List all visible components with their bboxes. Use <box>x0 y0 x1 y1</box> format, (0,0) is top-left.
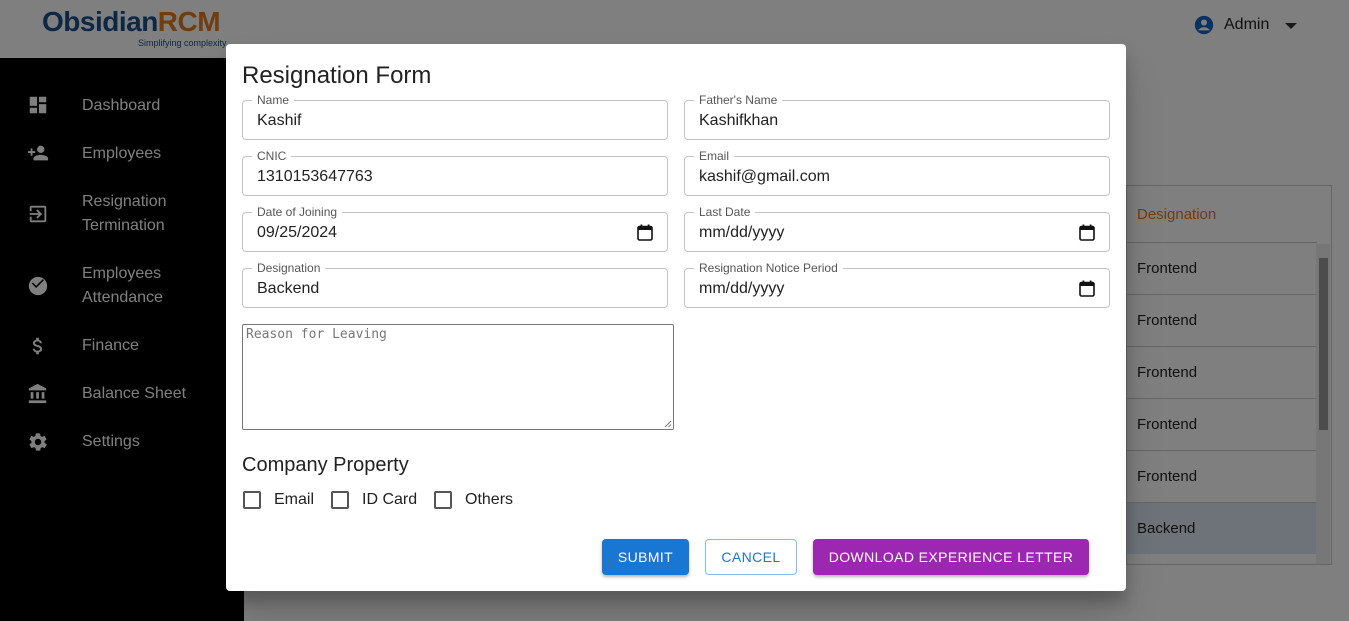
field-value: Kashif <box>257 112 302 129</box>
field-value: 1310153647763 <box>257 168 373 185</box>
field-value: Kashifkhan <box>699 112 779 129</box>
cnic-field[interactable]: CNIC 1310153647763 <box>242 150 668 196</box>
field-label: Designation <box>252 262 326 275</box>
textarea-placeholder: Reason for Leaving <box>246 327 387 342</box>
designation-field[interactable]: Designation Backend <box>242 262 668 308</box>
submit-button[interactable]: Submit <box>602 539 689 575</box>
calendar-icon[interactable] <box>1079 224 1095 241</box>
last-date-field[interactable]: Last Date mm/dd/yyyy <box>684 206 1110 252</box>
dialog-title: Resignation Form <box>242 62 432 89</box>
resize-handle-icon[interactable] <box>664 420 672 428</box>
field-value: mm/dd/yyyy <box>699 280 785 297</box>
field-value: 09/25/2024 <box>257 224 338 241</box>
field-label: CNIC <box>252 150 292 163</box>
field-value: Backend <box>257 280 320 297</box>
calendar-icon[interactable] <box>637 224 653 241</box>
field-value: mm/dd/yyyy <box>699 224 785 241</box>
checkbox-email[interactable]: Email <box>243 491 314 509</box>
company-property-title: Company Property <box>242 454 409 476</box>
checkbox-box[interactable] <box>243 491 261 509</box>
reason-for-leaving-textarea[interactable]: Reason for Leaving <box>242 324 674 430</box>
checkbox-others[interactable]: Others <box>434 491 513 509</box>
field-label: Email <box>694 150 735 163</box>
checkbox-box[interactable] <box>331 491 349 509</box>
field-label: Last Date <box>694 206 756 219</box>
email-field[interactable]: Email kashif@gmail.com <box>684 150 1110 196</box>
checkbox-box[interactable] <box>434 491 452 509</box>
field-label: Father's Name <box>694 94 783 107</box>
checkbox-id-card[interactable]: ID Card <box>331 491 417 509</box>
calendar-icon[interactable] <box>1079 280 1095 297</box>
field-value: kashif@gmail.com <box>699 168 830 185</box>
date-of-joining-field[interactable]: Date of Joining 09/25/2024 <box>242 206 668 252</box>
checkbox-label: Email <box>274 491 315 508</box>
father-name-field[interactable]: Father's Name Kashifkhan <box>684 94 1110 140</box>
cancel-button[interactable]: Cancel <box>705 539 797 575</box>
checkbox-label: Others <box>465 491 514 508</box>
name-field[interactable]: Name Kashif <box>242 94 668 140</box>
checkbox-label: ID Card <box>362 491 418 508</box>
field-label: Date of Joining <box>252 206 343 219</box>
field-label: Resignation Notice Period <box>694 262 843 275</box>
resignation-notice-period-field[interactable]: Resignation Notice Period mm/dd/yyyy <box>684 262 1110 308</box>
download-experience-letter-button[interactable]: Download Experience Letter <box>813 539 1089 575</box>
field-label: Name <box>252 94 295 107</box>
resignation-form-dialog: Resignation Form Name Kashif Father's Na… <box>226 44 1126 591</box>
